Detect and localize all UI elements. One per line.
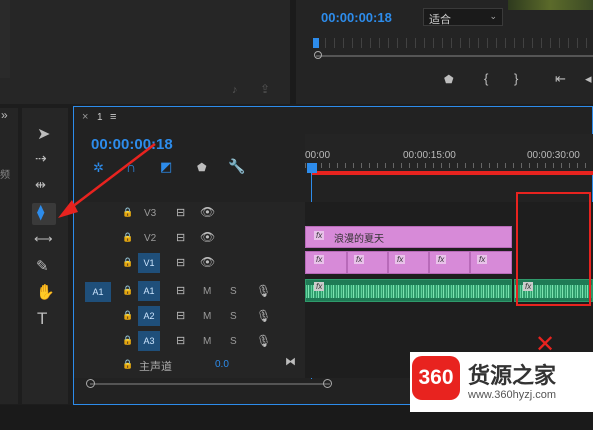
scroll-handle-right[interactable] <box>323 379 332 388</box>
audio-note-icon[interactable]: ♪ <box>232 84 238 96</box>
eye-icon[interactable]: 👁 <box>200 230 215 244</box>
tab-close-icon[interactable]: × <box>82 111 88 123</box>
chevron-down-icon: ⌄ <box>489 11 497 21</box>
lock-icon[interactable]: 🔒 <box>122 335 133 346</box>
sync-lock-icon[interactable]: ⊟ <box>176 309 185 322</box>
mark-in-icon[interactable]: { <box>484 71 488 86</box>
highlight-box <box>516 192 591 306</box>
track-a2-target[interactable]: A2 <box>138 306 160 326</box>
fit-dropdown-label: 适合 <box>429 14 451 26</box>
track-select-tool-icon[interactable]: ⇢ <box>35 150 47 167</box>
solo-button[interactable]: S <box>230 336 237 347</box>
ripple-edit-tool-icon[interactable]: ⇹ <box>35 177 46 193</box>
timeline-settings-icon[interactable]: 🔧 <box>228 158 245 175</box>
mark-out-icon[interactable]: } <box>514 71 518 86</box>
v1-clip-4[interactable]: fx <box>429 251 470 274</box>
linked-selection-icon[interactable]: ◩ <box>160 159 172 175</box>
mute-button[interactable]: M <box>203 286 211 297</box>
annotation-arrow <box>58 143 156 218</box>
ruler-label-0: 00:00 <box>305 150 331 161</box>
a1-audio-clip-1[interactable]: fx <box>305 279 512 302</box>
project-panel-text: 频 <box>0 170 10 181</box>
pen-tool-icon[interactable]: ✎ <box>36 257 49 275</box>
v2-title-clip[interactable]: fx 浪漫的夏天 <box>305 226 512 248</box>
lock-icon[interactable]: 🔒 <box>122 359 133 370</box>
export-frame-icon[interactable]: ⇪ <box>260 82 270 96</box>
program-zoom-handle[interactable] <box>314 51 322 59</box>
solo-button[interactable]: S <box>230 286 237 297</box>
ruler-ticks <box>305 163 593 168</box>
v1-clip-2[interactable]: fx <box>347 251 388 274</box>
program-time-ruler[interactable] <box>316 38 593 48</box>
mute-button[interactable]: M <box>203 336 211 347</box>
fx-badge: fx <box>314 282 325 291</box>
master-track-label: 主声道 <box>139 361 172 373</box>
lock-icon[interactable]: 🔒 <box>122 257 133 268</box>
mute-button[interactable]: M <box>203 311 211 322</box>
watermark-url: www.360hyzj.com <box>468 389 557 401</box>
ruler-label-2: 00:00:30:00 <box>527 150 580 161</box>
source-a1-patch[interactable]: A1 <box>85 282 111 302</box>
program-zoom-scrollbar[interactable] <box>316 55 593 57</box>
sequence-tab[interactable]: 1 <box>97 112 103 123</box>
razor-tool-icon: ⧫ <box>37 204 45 221</box>
type-tool-icon[interactable]: T <box>37 309 47 329</box>
fx-badge: fx <box>314 255 325 264</box>
watermark-title: 货源之家 <box>468 363 557 388</box>
timeline-scrollbar[interactable] <box>90 383 330 385</box>
source-panel-inner <box>0 0 10 78</box>
watermark-logo: 360 <box>412 356 460 400</box>
project-panel <box>0 108 18 404</box>
sync-lock-icon[interactable]: ⊟ <box>176 256 185 269</box>
timeline-playhead[interactable] <box>307 163 317 173</box>
timeline-marker-icon[interactable]: ⬟ <box>197 161 207 174</box>
selection-tool-icon[interactable]: ➤ <box>37 124 50 144</box>
v1-clip-5[interactable]: fx <box>470 251 512 274</box>
fx-badge: fx <box>314 231 325 240</box>
ruler-label-1: 00:00:15:00 <box>403 150 456 161</box>
expand-panels-icon[interactable]: » <box>1 108 8 122</box>
microphone-icon[interactable]: 🎙 <box>256 309 271 323</box>
sync-lock-icon[interactable]: ⊟ <box>176 284 185 297</box>
slip-tool-icon[interactable]: ⟷ <box>34 231 53 247</box>
v2-title-text: 浪漫的夏天 <box>334 234 384 245</box>
v1-clip-3[interactable]: fx <box>388 251 429 274</box>
fx-badge: fx <box>477 255 488 264</box>
fx-badge: fx <box>395 255 406 264</box>
lock-icon[interactable]: 🔒 <box>122 310 133 321</box>
master-volume-value[interactable]: 0.0 <box>215 359 229 370</box>
track-v1-target[interactable]: V1 <box>138 253 160 273</box>
go-to-out-icon[interactable]: ⧓ <box>285 355 296 368</box>
scroll-handle-left[interactable] <box>86 379 95 388</box>
source-panel <box>0 0 290 104</box>
hand-tool-icon[interactable]: ✋ <box>36 283 55 301</box>
track-a3-target[interactable]: A3 <box>138 331 160 351</box>
sync-lock-icon[interactable]: ⊟ <box>176 231 185 244</box>
eye-icon[interactable]: 👁 <box>200 205 215 219</box>
track-v2-label[interactable]: V2 <box>144 233 156 244</box>
sync-lock-icon[interactable]: ⊟ <box>176 206 185 219</box>
audio-waveform <box>306 285 511 298</box>
go-to-in-icon[interactable]: ⇤ <box>555 71 566 87</box>
sync-lock-icon[interactable]: ⊟ <box>176 334 185 347</box>
solo-button[interactable]: S <box>230 311 237 322</box>
work-area-bar[interactable] <box>312 171 593 175</box>
fit-dropdown[interactable]: 适合 ⌄ <box>423 8 503 26</box>
fx-badge: fx <box>436 255 447 264</box>
tab-menu-icon[interactable]: ≡ <box>110 111 116 123</box>
program-playhead[interactable] <box>313 38 319 48</box>
v1-clip-1[interactable]: fx <box>305 251 347 274</box>
eye-icon[interactable]: 👁 <box>200 255 215 269</box>
add-marker-icon[interactable]: ⬟ <box>444 73 454 86</box>
fx-badge: fx <box>354 255 365 264</box>
lock-icon[interactable]: 🔒 <box>122 285 133 296</box>
microphone-icon[interactable]: 🎙 <box>256 334 271 348</box>
microphone-icon[interactable]: 🎙 <box>256 284 271 298</box>
track-a1-target[interactable]: A1 <box>138 281 160 301</box>
program-timecode[interactable]: 00:00:00:18 <box>321 10 392 25</box>
step-back-icon[interactable]: ◂ <box>585 71 592 87</box>
lock-icon[interactable]: 🔒 <box>122 232 133 243</box>
program-preview-strip <box>508 0 593 10</box>
